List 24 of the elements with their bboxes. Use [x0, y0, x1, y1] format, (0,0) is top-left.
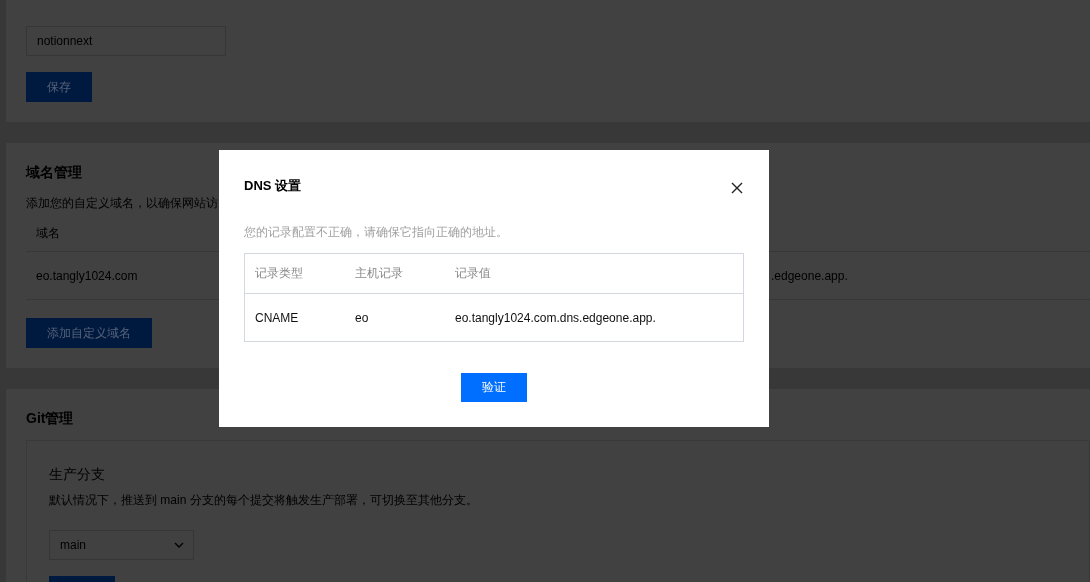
- verify-button[interactable]: 验证: [460, 373, 527, 402]
- table-header: 记录值: [455, 265, 491, 282]
- table-cell: .edgeone.app.: [771, 268, 848, 283]
- save-button[interactable]: 保存: [26, 72, 92, 102]
- dialog-title: DNS 设置: [244, 178, 302, 194]
- section-description: 添加您的自定义域名，以确保网站访: [26, 195, 218, 211]
- section-title: Git管理: [26, 409, 74, 427]
- table-header: 主机记录: [355, 265, 403, 282]
- branch-select[interactable]: main: [49, 530, 194, 560]
- branch-title: 生产分支: [49, 465, 105, 483]
- table-header: 域名: [36, 225, 60, 242]
- add-domain-button[interactable]: 添加自定义域名: [26, 318, 152, 348]
- table-cell: eo.tangly1024.com.dns.edgeone.app.: [455, 310, 656, 325]
- close-button[interactable]: [731, 182, 743, 194]
- branch-description: 默认情况下，推送到 main 分支的每个提交将触发生产部署，可切换至其他分支。: [49, 492, 478, 508]
- table-cell: eo.tangly1024.com: [36, 268, 138, 283]
- section-title: 域名管理: [26, 163, 82, 181]
- dialog-message: 您的记录配置不正确，请确保它指向正确的地址。: [244, 224, 509, 240]
- table-cell: CNAME: [255, 310, 299, 325]
- site-name-field[interactable]: notionnext: [26, 26, 226, 56]
- table-header: 记录类型: [255, 265, 303, 282]
- chevron-down-icon: [174, 542, 184, 548]
- table-cell: eo: [355, 310, 369, 325]
- close-icon: [731, 182, 743, 194]
